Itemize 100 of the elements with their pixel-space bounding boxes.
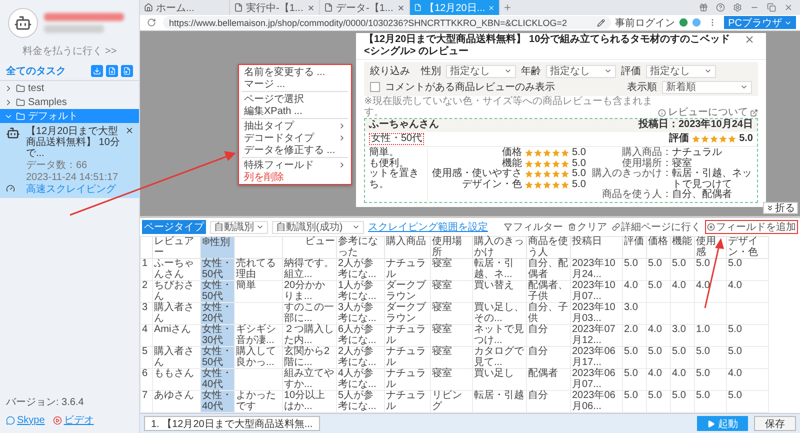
- table-cell: 納得です。組立...: [284, 258, 334, 280]
- detail-value: 自分、配偶者: [672, 190, 733, 200]
- table-cell: 女性・30代: [202, 324, 232, 346]
- menu-item[interactable]: 列を削除: [239, 171, 351, 183]
- table-cell: 2023年06月17...: [572, 346, 616, 368]
- column-header[interactable]: 購入のきっかけ: [472, 236, 526, 258]
- dropdown[interactable]: 指定なし: [646, 64, 716, 78]
- table-cell: 5.0: [696, 390, 710, 401]
- menu-item[interactable]: 特殊フィールド: [239, 159, 351, 171]
- column-header[interactable]: 商品を使う人: [526, 236, 570, 258]
- task-title: 【12月20日まで大型商品送料無料】 10分で...: [26, 126, 121, 159]
- table-cell: 購入者さん: [154, 346, 194, 368]
- plus-icon: [503, 3, 512, 12]
- file-icon: [123, 67, 131, 75]
- toolbar-button[interactable]: フィールドを追加: [705, 220, 798, 234]
- column-header[interactable]: 購入商品: [384, 236, 430, 258]
- link-icon: [612, 223, 620, 231]
- table-cell: 4.0: [696, 280, 710, 291]
- column-header[interactable]: 価格: [646, 236, 670, 258]
- table-cell: ナチュラル: [386, 368, 426, 390]
- column-header[interactable]: ビュー: [282, 236, 336, 258]
- reload-icon: [147, 18, 156, 27]
- table-cell: 2人が参考にな...: [338, 346, 376, 368]
- chevron-down-icon: [604, 67, 612, 75]
- table-cell: 1人が参考にな...: [338, 280, 376, 302]
- collapse-button[interactable]: 折る: [763, 202, 798, 214]
- column-header[interactable]: デザイン・色: [726, 236, 768, 258]
- dropdown[interactable]: 指定なし: [546, 64, 616, 78]
- score: 5.0: [572, 148, 586, 158]
- table-cell: よかったです: [236, 390, 276, 412]
- file-button[interactable]: [121, 65, 133, 77]
- task-card[interactable]: 【12月20日まで大型商品送料無料】 10分で... データ数：66 2023-11-24 14:51:17 高速スクレイピング: [0, 123, 139, 198]
- import-button[interactable]: [91, 65, 103, 77]
- robot-icon: [14, 14, 32, 32]
- data-count: データ数：66: [26, 160, 88, 171]
- login-link[interactable]: 事前ログイン: [615, 16, 676, 30]
- column-header[interactable]: 参考になった: [336, 236, 384, 258]
- row-number: 7: [142, 390, 148, 401]
- menu-item[interactable]: マージ ...: [239, 78, 351, 90]
- row-number: 1: [142, 258, 148, 269]
- table-cell: 寝室: [432, 280, 452, 291]
- trash-icon: [568, 223, 576, 231]
- menu-item[interactable]: 編集XPath ...: [239, 105, 351, 117]
- chevron-down-icon: [504, 67, 512, 75]
- checkbox[interactable]: [370, 82, 380, 92]
- about-link[interactable]: レビューについて: [658, 108, 758, 118]
- table-cell: ダークブラウン: [386, 302, 426, 324]
- page-icon: [234, 3, 243, 12]
- column-header[interactable]: 性別: [200, 236, 234, 258]
- task-tab[interactable]: 1. 【12月20日まで大型商品送料無...: [144, 416, 320, 431]
- rating-label: 価格: [501, 148, 522, 158]
- toolbar-button[interactable]: クリア: [567, 220, 608, 234]
- folder-row[interactable]: Samples: [0, 95, 139, 109]
- browser-mode-button[interactable]: PCブラウザ: [724, 16, 796, 29]
- menu-item[interactable]: デコードタイプ: [239, 132, 351, 144]
- range-link[interactable]: スクレイピング範囲を設定: [368, 220, 488, 234]
- filter-label: 絞り込み: [370, 64, 411, 78]
- chevron-down-icon: [256, 223, 264, 231]
- new-task-button[interactable]: [106, 65, 118, 77]
- toolbar-button[interactable]: 詳細ページに行く: [611, 220, 702, 234]
- save-button[interactable]: 保存: [754, 416, 796, 431]
- column-header[interactable]: 使用場所: [430, 236, 472, 258]
- dropdown[interactable]: 自動識別: [210, 220, 268, 234]
- menu-item[interactable]: 抽出タイプ: [239, 120, 351, 132]
- page-type-tab[interactable]: ページタイプ: [142, 220, 206, 234]
- plus-circle-icon: [707, 223, 715, 231]
- rating-label: デザイン・色: [461, 180, 522, 190]
- table-cell: 3.0: [672, 324, 686, 335]
- dropdown[interactable]: 指定なし: [446, 64, 516, 78]
- column-header[interactable]: レビュアー: [152, 236, 200, 258]
- table-cell: 3.0: [624, 302, 638, 313]
- column-header[interactable]: 投稿日: [570, 236, 622, 258]
- toolbar-button[interactable]: フィルター: [503, 220, 564, 234]
- url-field[interactable]: https://www.bellemaison.jp/shop/commodity/0000/1030236?SHNCRTTKKRO_KBN=&CLICKLOG=2: [163, 16, 612, 29]
- menu-item[interactable]: 名前を変更する ...: [239, 66, 351, 78]
- table-cell: 5.0: [696, 368, 710, 379]
- table-cell: 自分: [528, 324, 548, 335]
- table-cell: 寝室: [432, 346, 452, 357]
- column-header[interactable]: 評価: [622, 236, 646, 258]
- table-cell: 2023年10月24...: [572, 258, 616, 280]
- menu-item[interactable]: データを修正する ...: [239, 144, 351, 156]
- table-cell: ナチュラル: [386, 390, 426, 412]
- menu-item[interactable]: ページで選択: [239, 93, 351, 105]
- review-text: ットを置き: [369, 169, 420, 180]
- section-title: 全てのタスク: [6, 64, 67, 78]
- table-cell: 自分、配偶者: [528, 258, 568, 280]
- star-icon: [719, 134, 728, 143]
- close-icon: [744, 34, 755, 45]
- folder-row[interactable]: test: [0, 81, 139, 95]
- mode-label: 高速スクレイピング: [26, 184, 117, 195]
- column-header[interactable]: 機能: [670, 236, 694, 258]
- table-cell: 購入者さん: [154, 302, 194, 324]
- dropdown[interactable]: 自動識別(成功): [272, 220, 364, 234]
- table-cell: 10分以上はか...: [284, 390, 326, 412]
- robot-icon: [6, 126, 20, 140]
- table-cell: リビング: [432, 390, 462, 412]
- dropdown[interactable]: 新着順: [662, 80, 752, 94]
- table-cell: 5.0: [672, 346, 686, 357]
- detail-value: 寝室: [672, 158, 693, 168]
- speedometer-icon: [6, 184, 15, 193]
